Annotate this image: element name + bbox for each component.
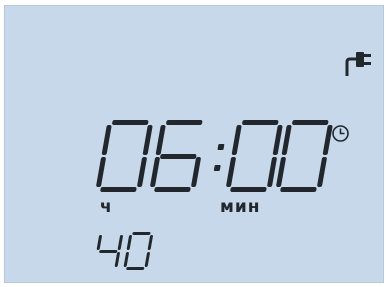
- clock-icon: [332, 125, 349, 142]
- power-plug-icon: [345, 52, 371, 76]
- segment-f: [231, 125, 242, 155]
- segment-f: [155, 125, 166, 155]
- segment-c: [114, 252, 121, 267]
- segment-c: [144, 252, 151, 267]
- segment-a: [132, 232, 151, 235]
- segment-f: [101, 125, 112, 155]
- segment-g: [99, 249, 118, 253]
- segment-d: [230, 187, 267, 192]
- segment-f: [96, 235, 103, 250]
- segment-d: [280, 187, 317, 192]
- hours-unit-label: ч: [100, 197, 113, 217]
- segment-b: [117, 235, 124, 250]
- segment-a: [241, 120, 279, 125]
- main-digit: [149, 120, 208, 192]
- segment-f: [281, 125, 292, 155]
- segment-e: [149, 157, 161, 187]
- minutes-unit-label: мин: [220, 197, 261, 217]
- main-digit: [225, 120, 284, 192]
- segment-b: [147, 235, 154, 250]
- segment-g: [159, 153, 197, 159]
- segment-f: [126, 235, 133, 250]
- secondary-digit: [93, 232, 124, 270]
- segment-d: [126, 267, 145, 270]
- segment-d: [154, 187, 191, 192]
- secondary-digit: [123, 232, 154, 270]
- segment-c: [136, 157, 148, 187]
- main-digit: [275, 120, 334, 192]
- segment-a: [111, 120, 149, 125]
- segment-c: [316, 157, 328, 187]
- segment-e: [123, 252, 130, 267]
- segment-d: [100, 187, 137, 192]
- segment-e: [95, 157, 107, 187]
- segment-c: [190, 157, 202, 187]
- segment-e: [275, 157, 287, 187]
- lcd-display: ч мин: [4, 5, 384, 283]
- segment-a: [291, 120, 329, 125]
- main-digit: [95, 120, 154, 192]
- segment-b: [142, 125, 153, 155]
- segment-a: [165, 120, 203, 125]
- segment-e: [225, 157, 237, 187]
